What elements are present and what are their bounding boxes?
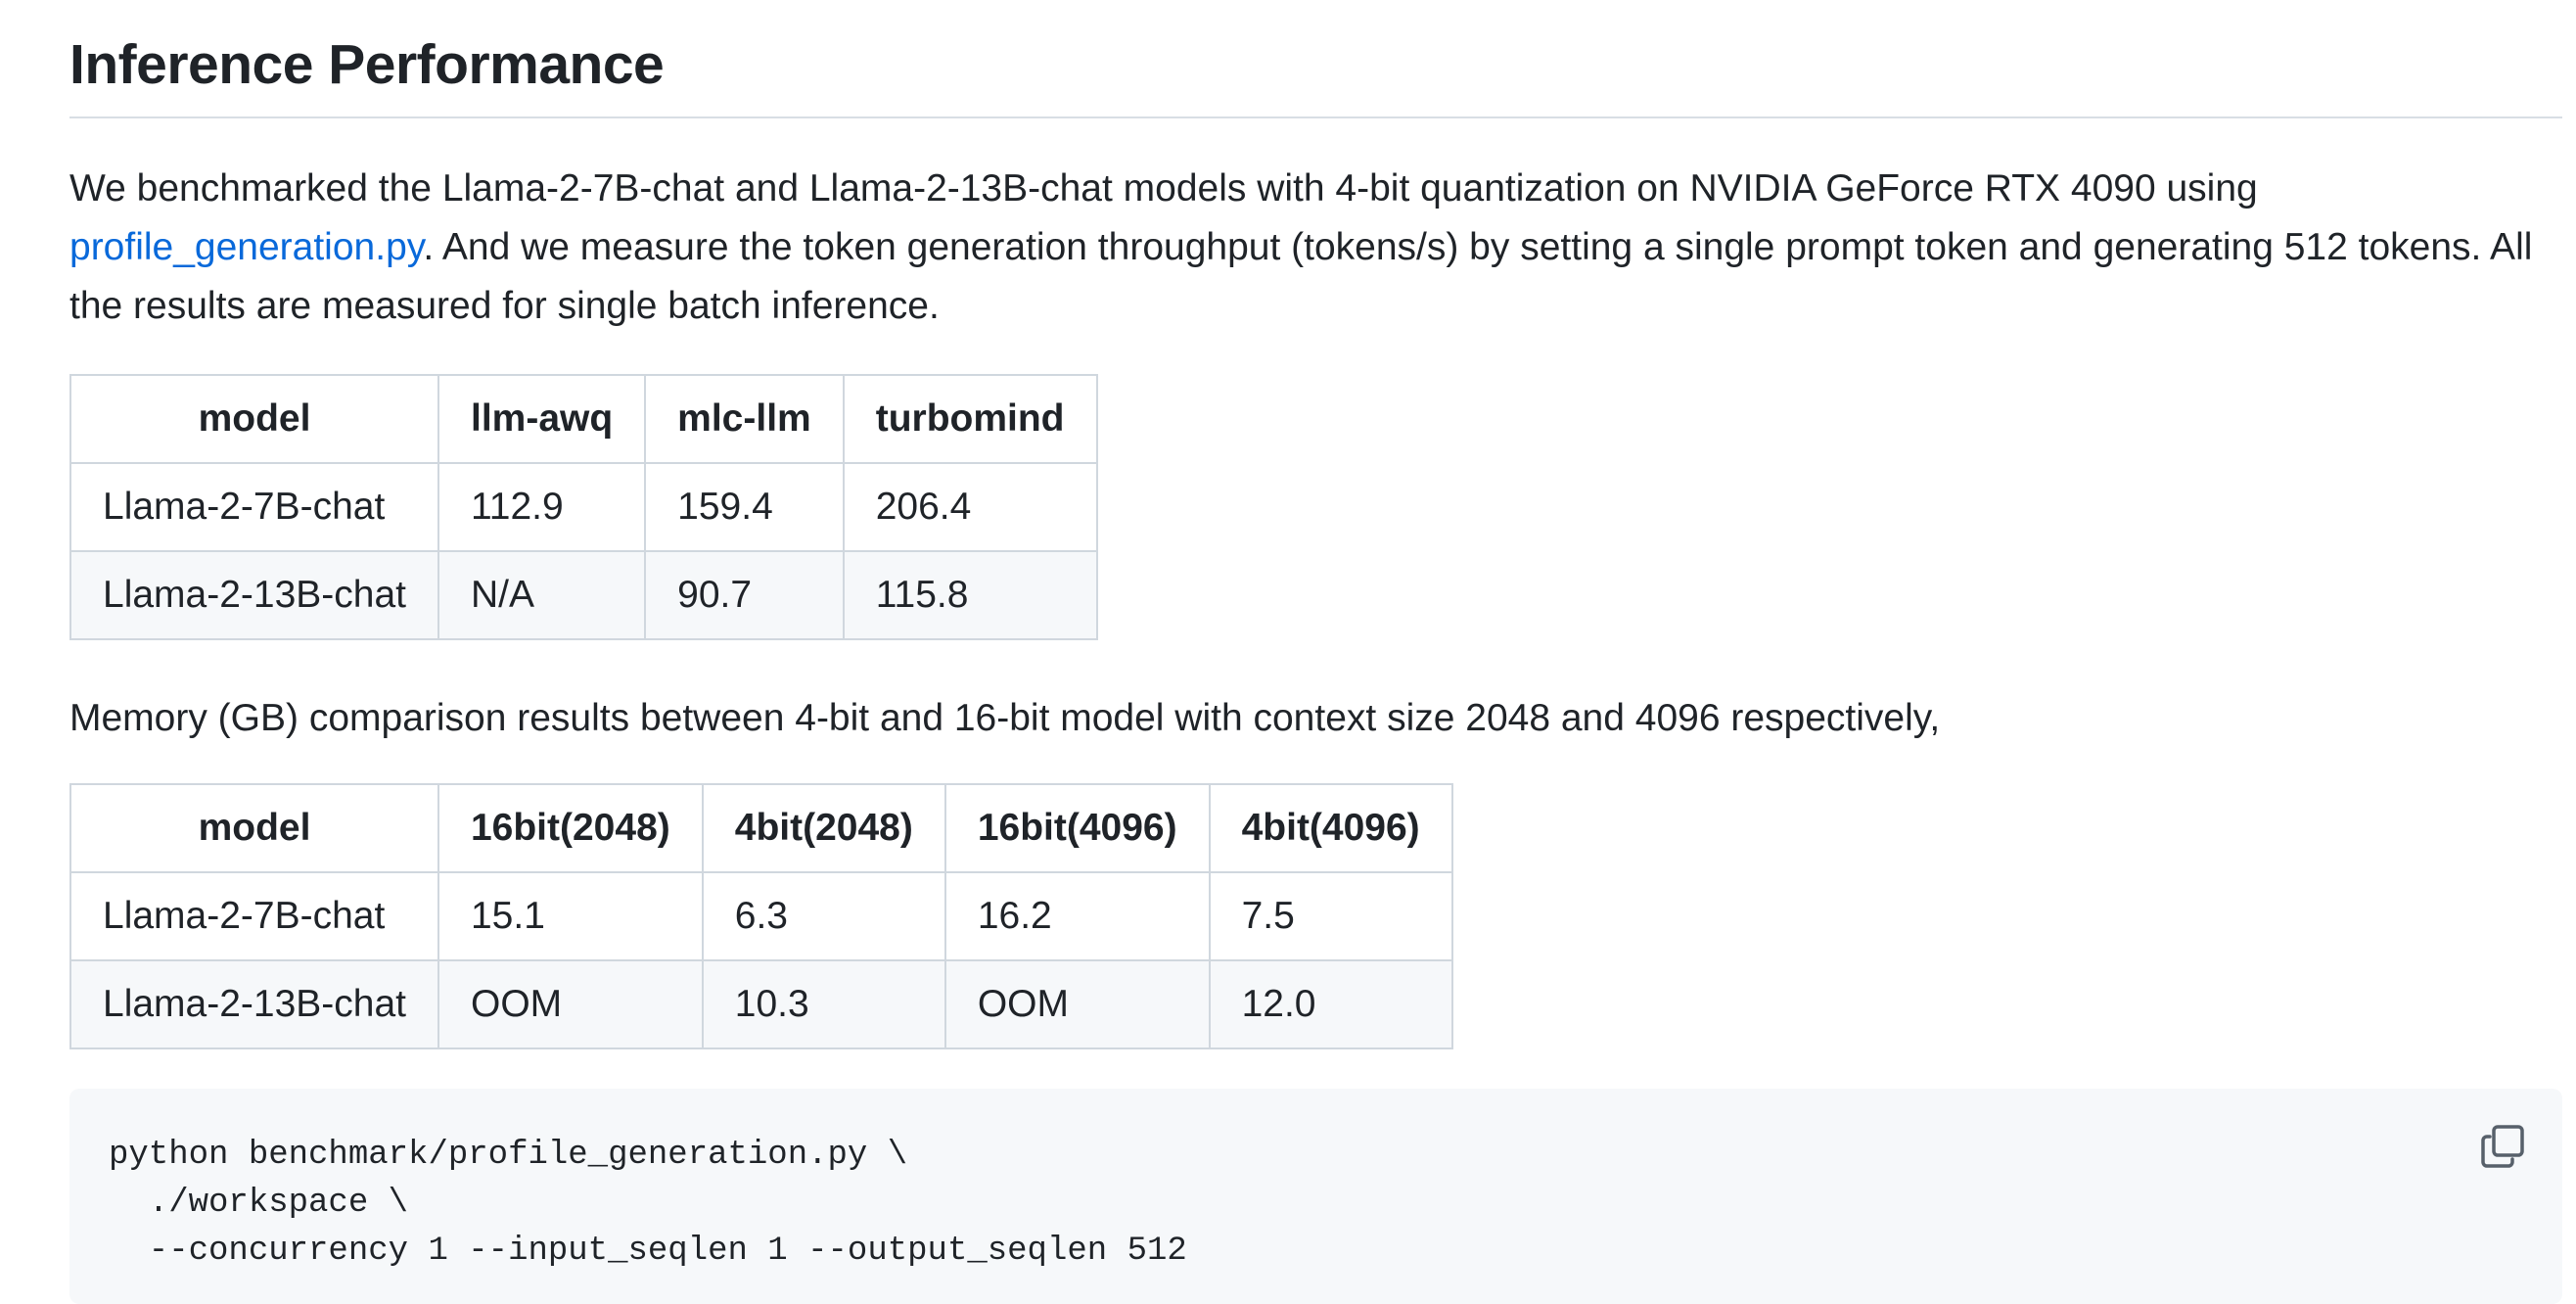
table-cell: 15.1 [437, 871, 704, 961]
column-header: turbomind [842, 374, 1098, 464]
table-cell: Llama-2-7B-chat [69, 871, 439, 961]
table-cell: N/A [437, 550, 647, 640]
copy-button[interactable] [2480, 1124, 2525, 1169]
code-text[interactable]: python benchmark/profile_generation.py \… [109, 1132, 1187, 1276]
column-header: model [69, 374, 439, 464]
table-cell: 7.5 [1208, 871, 1453, 961]
intro-text-after: . And we measure the token generation th… [69, 226, 2533, 327]
intro-text-before: We benchmarked the Llama-2-7B-chat and L… [69, 167, 2258, 210]
throughput-table: model llm-awq mlc-llm turbomind Llama-2-… [69, 374, 1098, 640]
table-cell: 206.4 [842, 462, 1098, 552]
column-header: 4bit(4096) [1208, 783, 1453, 873]
table-cell: 159.4 [644, 462, 845, 552]
code-block[interactable]: python benchmark/profile_generation.py \… [69, 1089, 2562, 1304]
table-cell: Llama-2-7B-chat [69, 462, 439, 552]
table-cell: Llama-2-13B-chat [69, 959, 439, 1049]
column-header: 16bit(2048) [437, 783, 704, 873]
column-header: llm-awq [437, 374, 647, 464]
column-header: 4bit(2048) [701, 783, 946, 873]
table-cell: OOM [943, 959, 1211, 1049]
table-header-row: model llm-awq mlc-llm turbomind [69, 374, 1098, 464]
column-header: mlc-llm [644, 374, 845, 464]
section-heading: Inference Performance [69, 33, 665, 96]
table-cell: 6.3 [701, 871, 946, 961]
table-row: Llama-2-13B-chat OOM 10.3 OOM 12.0 [69, 959, 1453, 1049]
table-cell: Llama-2-13B-chat [69, 550, 439, 640]
memory-paragraph: Memory (GB) comparison results between 4… [69, 697, 1941, 739]
table-cell: OOM [437, 959, 704, 1049]
intro-paragraph: We benchmarked the Llama-2-7B-chat and L… [69, 160, 2562, 336]
copy-icon [2481, 1125, 2524, 1168]
table-cell: 90.7 [644, 550, 845, 640]
heading-divider [69, 116, 2562, 118]
table-cell: 10.3 [701, 959, 946, 1049]
table-cell: 12.0 [1208, 959, 1453, 1049]
table-row: Llama-2-7B-chat 15.1 6.3 16.2 7.5 [69, 871, 1453, 961]
profile-generation-link[interactable]: profile_generation.py [69, 226, 423, 268]
table-row: Llama-2-13B-chat N/A 90.7 115.8 [69, 550, 1098, 640]
table-cell: 16.2 [943, 871, 1211, 961]
table-cell: 112.9 [437, 462, 647, 552]
table-header-row: model 16bit(2048) 4bit(2048) 16bit(4096)… [69, 783, 1453, 873]
table-row: Llama-2-7B-chat 112.9 159.4 206.4 [69, 462, 1098, 552]
table-cell: 115.8 [842, 550, 1098, 640]
memory-table: model 16bit(2048) 4bit(2048) 16bit(4096)… [69, 783, 1453, 1049]
column-header: 16bit(4096) [943, 783, 1211, 873]
column-header: model [69, 783, 439, 873]
